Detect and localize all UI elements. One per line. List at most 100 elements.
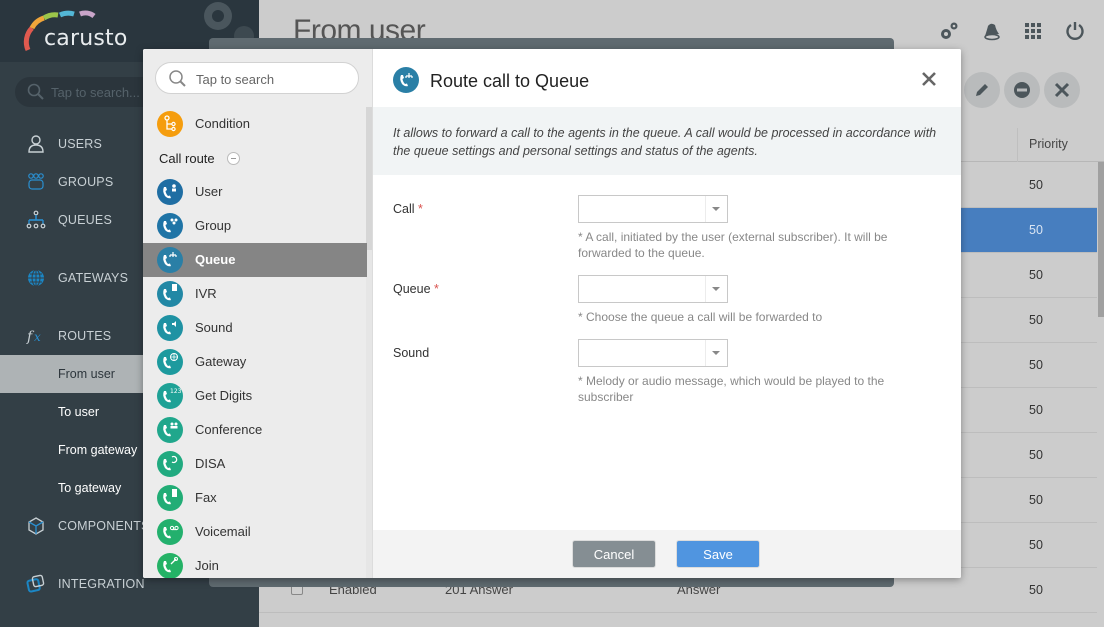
component-label: Join (195, 558, 219, 573)
dropdown-toggle[interactable] (705, 196, 727, 222)
chevron-down-icon (712, 207, 720, 211)
queue-select[interactable] (578, 275, 728, 303)
field-label-sound: Sound (393, 346, 429, 360)
sidebar-item-label: COMPONENTS (58, 519, 150, 533)
power-icon[interactable] (1064, 20, 1084, 42)
fx-icon: fx (26, 329, 41, 345)
chevron-down-icon (712, 351, 720, 355)
priority-cell: 50 (1029, 583, 1043, 597)
sidebar-subitem-label: To user (58, 405, 99, 419)
dropdown-toggle[interactable] (705, 340, 727, 366)
sound-select[interactable] (578, 339, 728, 367)
sidebar-item-label: USERS (58, 137, 103, 151)
collapse-icon[interactable] (227, 152, 240, 165)
component-label: Queue (195, 252, 236, 267)
component-get-digits[interactable]: 123 Get Digits (143, 379, 367, 413)
label-text: Call (393, 202, 415, 216)
component-label: Group (195, 218, 232, 233)
modal-description: It allows to forward a call to the agent… (373, 107, 961, 175)
fax-phone-icon (157, 485, 183, 511)
sidebar-subitem-label: From user (58, 367, 115, 381)
group-phone-icon (157, 213, 183, 239)
sidebar-item-label: QUEUES (58, 213, 112, 227)
search-icon (27, 83, 44, 100)
gateway-phone-icon (157, 349, 183, 375)
modal-title: Route call to Queue (430, 71, 590, 91)
field-label-call: Call * (393, 202, 423, 216)
component-voicemail[interactable]: Voicemail (143, 515, 367, 549)
sidebar-item-label: GROUPS (58, 175, 114, 189)
row-actions (964, 72, 1080, 108)
required-marker: * (418, 202, 423, 216)
disable-button[interactable] (1004, 72, 1040, 108)
globe-icon (28, 269, 44, 287)
cube-icon (28, 517, 44, 535)
priority-cell: 50 (1029, 178, 1043, 192)
column-separator (1017, 128, 1018, 162)
priority-cell: 50 (1029, 448, 1043, 462)
svg-text:x: x (34, 330, 41, 344)
queue-hint: * Choose the queue a call will be forwar… (578, 310, 823, 324)
logo-text: carusto (44, 26, 128, 51)
edit-button[interactable] (964, 72, 1000, 108)
call-hint: * A call, initiated by the user (externa… (578, 230, 888, 260)
component-label: Conference (195, 422, 263, 437)
component-disa[interactable]: DISA (143, 447, 367, 481)
gear-icon (204, 2, 254, 40)
column-header-priority[interactable]: Priority (1029, 137, 1068, 151)
join-phone-icon (157, 553, 183, 578)
component-label: DISA (195, 456, 226, 471)
sidebar-subitem-label: From gateway (58, 443, 138, 457)
route-component-modal: Tap to search Condition Call route User G… (143, 49, 961, 578)
get-digits-phone-icon: 123 (157, 383, 183, 409)
chevron-down-icon (712, 287, 720, 291)
component-ivr[interactable]: IVR (143, 277, 367, 311)
save-button[interactable]: Save (676, 540, 760, 568)
queue-phone-icon (157, 247, 183, 273)
component-palette: Tap to search Condition Call route User G… (143, 49, 373, 578)
priority-cell: 50 (1029, 313, 1043, 327)
svg-text:123: 123 (170, 388, 182, 395)
delete-button[interactable] (1044, 72, 1080, 108)
component-sound[interactable]: Sound (143, 311, 367, 345)
component-gateway[interactable]: Gateway (143, 345, 367, 379)
dropdown-toggle[interactable] (705, 276, 727, 302)
table-scrollbar[interactable] (1098, 162, 1104, 317)
priority-cell: 50 (1029, 358, 1043, 372)
modal-header: Route call to Queue (373, 49, 961, 107)
sidebar-item-label: ROUTES (58, 329, 112, 343)
component-label: Get Digits (195, 388, 253, 403)
close-icon[interactable] (921, 71, 937, 87)
component-condition[interactable]: Condition (143, 107, 367, 141)
component-group[interactable]: Group (143, 209, 367, 243)
settings-icon[interactable] (938, 20, 958, 42)
apps-grid-icon[interactable] (1022, 20, 1042, 42)
sound-hint: * Melody or audio message, which would b… (578, 374, 885, 404)
bell-icon[interactable] (980, 20, 1000, 42)
priority-cell: 50 (1029, 223, 1043, 237)
condition-icon (157, 111, 183, 137)
label-text: Sound (393, 346, 430, 360)
label-text: Queue (393, 282, 431, 296)
priority-cell: 50 (1029, 403, 1043, 417)
component-label: Gateway (195, 354, 247, 369)
disable-icon (1014, 82, 1030, 98)
component-join[interactable]: Join (143, 549, 367, 578)
component-search-input[interactable]: Tap to search (155, 62, 359, 94)
queue-phone-icon (393, 67, 419, 93)
component-label: Sound (195, 320, 233, 335)
delete-icon (1054, 82, 1070, 98)
disa-phone-icon (157, 451, 183, 477)
priority-cell: 50 (1029, 493, 1043, 507)
cancel-button[interactable]: Cancel (572, 540, 656, 568)
voicemail-phone-icon (157, 519, 183, 545)
component-user[interactable]: User (143, 175, 367, 209)
component-queue[interactable]: Queue (143, 243, 367, 277)
modal-footer: Cancel Save (373, 530, 961, 578)
sidebar-search-placeholder: Tap to search... (51, 85, 140, 100)
component-fax[interactable]: Fax (143, 481, 367, 515)
required-marker: * (434, 282, 439, 296)
component-conference[interactable]: Conference (143, 413, 367, 447)
component-settings: Route call to Queue It allows to forward… (373, 49, 961, 578)
call-select[interactable] (578, 195, 728, 223)
